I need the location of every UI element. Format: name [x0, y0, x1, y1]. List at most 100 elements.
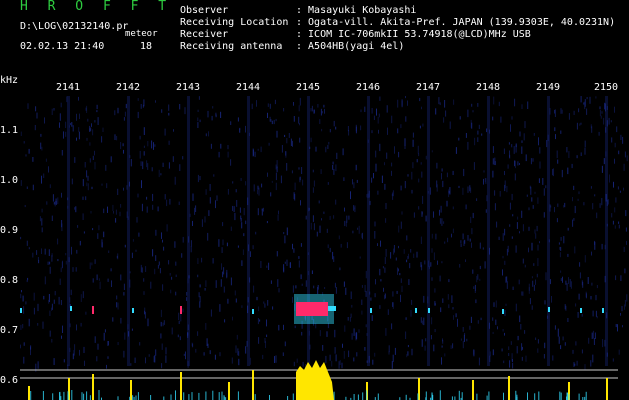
noise-bar [63, 391, 65, 400]
info-label-observer: Observer [180, 5, 229, 16]
noise-bar [59, 391, 61, 400]
minute-column [307, 96, 310, 366]
noise-bar [269, 395, 270, 400]
noise-bar [188, 394, 190, 400]
level-bar [228, 382, 230, 400]
noise-bar [366, 390, 368, 400]
noise-bar [405, 394, 407, 400]
noise-bar [60, 396, 62, 400]
echo-dot [548, 307, 550, 312]
noise-bar [71, 390, 73, 400]
info-value-observer: : Masayuki Kobayashi [296, 5, 417, 16]
echo-dot [180, 306, 182, 314]
noise-bar [431, 392, 433, 400]
info-label-location: Receiving Location [180, 17, 289, 28]
echo-dot [428, 308, 430, 313]
echo-dot [415, 308, 417, 313]
noise-bar [560, 392, 562, 400]
minute-column [127, 96, 130, 366]
count-value: 18 [140, 41, 153, 52]
echo-dot [132, 308, 134, 313]
noise-bar [486, 395, 488, 400]
x-tick-label: 2146 [355, 82, 381, 93]
timestamp: 02.02.13 21:40 [20, 41, 105, 52]
echo-dot [602, 308, 604, 313]
noise-bar [83, 393, 85, 400]
noise-bar [198, 392, 200, 400]
noise-bar [527, 392, 528, 400]
noise-bar [458, 390, 460, 400]
noise-bar [150, 395, 152, 400]
x-tick-label: 2148 [475, 82, 501, 93]
x-tick-label: 2143 [175, 82, 201, 93]
echo-tail [328, 306, 336, 311]
noise-bar [89, 395, 91, 400]
noise-bar [205, 391, 207, 400]
info-value-receiver: : ICOM IC-706mkII 53.74918(@LCD)MHz USB [296, 29, 531, 40]
info-label-antenna: Receiving antenna [180, 41, 283, 52]
file-path: D:\LOG\02132140.pr [20, 21, 129, 32]
noise-bar [476, 393, 478, 400]
noise-bar [135, 395, 137, 400]
level-bar [92, 374, 94, 400]
x-tick-label: 2150 [593, 82, 619, 93]
noise-bar [515, 390, 517, 400]
level-bars [28, 360, 608, 400]
y-tick-label: 1.0 [0, 175, 19, 186]
noise-bar [488, 391, 490, 400]
noise-bar [292, 393, 294, 400]
minute-column [67, 96, 70, 366]
noise-bar [42, 391, 44, 400]
noise-bar [578, 393, 580, 400]
noise-bar [52, 393, 54, 400]
noise-bar [163, 396, 165, 400]
echo-dot [20, 308, 22, 313]
info-value-location: : Ogata-vill. Akita-Pref. JAPAN (139.930… [296, 17, 616, 28]
y-tick-label: 0.6 [0, 375, 19, 386]
level-bar [508, 376, 510, 400]
noise-bar [183, 392, 185, 400]
noise-bar [377, 393, 379, 400]
mode-label: meteor [125, 29, 158, 39]
noise-bar [81, 392, 83, 400]
info-label-receiver: Receiver [180, 29, 229, 40]
app-title: H R O F F T [20, 0, 173, 14]
level-bar [606, 378, 608, 400]
x-tick-label: 2147 [415, 82, 441, 93]
noise-bar [357, 394, 359, 400]
minute-column [547, 96, 550, 366]
noise-bar [439, 390, 441, 400]
meteor-level-burst [296, 360, 334, 400]
echo-core [296, 302, 328, 316]
noise-bar [132, 395, 134, 400]
noise-bar [170, 394, 172, 400]
info-value-antenna: : A504HB(yagi 4el) [296, 41, 405, 52]
noise-bar [30, 391, 32, 400]
y-unit-label: kHz [0, 75, 19, 86]
y-tick-label: 0.9 [0, 225, 19, 236]
level-bar [472, 380, 474, 400]
echo-dot [502, 309, 504, 314]
noise-bar [454, 396, 456, 400]
x-tick-label: 2149 [535, 82, 561, 93]
y-tick-label: 0.7 [0, 325, 19, 336]
noise-bar [568, 394, 570, 400]
noise-bar [117, 396, 119, 400]
noise-bar [237, 391, 239, 400]
noise-bar [254, 394, 256, 400]
minute-column [367, 96, 370, 366]
x-tick-label: 2142 [115, 82, 141, 93]
minute-column [487, 96, 490, 366]
noise-bar [362, 392, 364, 400]
noise-layer [20, 96, 628, 372]
noise-bar [559, 391, 561, 400]
echo-dot [70, 306, 72, 311]
noise-bar [67, 391, 69, 400]
noise-bar [218, 392, 220, 400]
y-tick-label: 1.1 [0, 125, 19, 136]
y-tick-label: 0.8 [0, 275, 19, 286]
noise-bar [503, 392, 504, 400]
level-bar [130, 380, 132, 400]
noise-bar [223, 395, 225, 400]
echo-dot [252, 309, 254, 314]
